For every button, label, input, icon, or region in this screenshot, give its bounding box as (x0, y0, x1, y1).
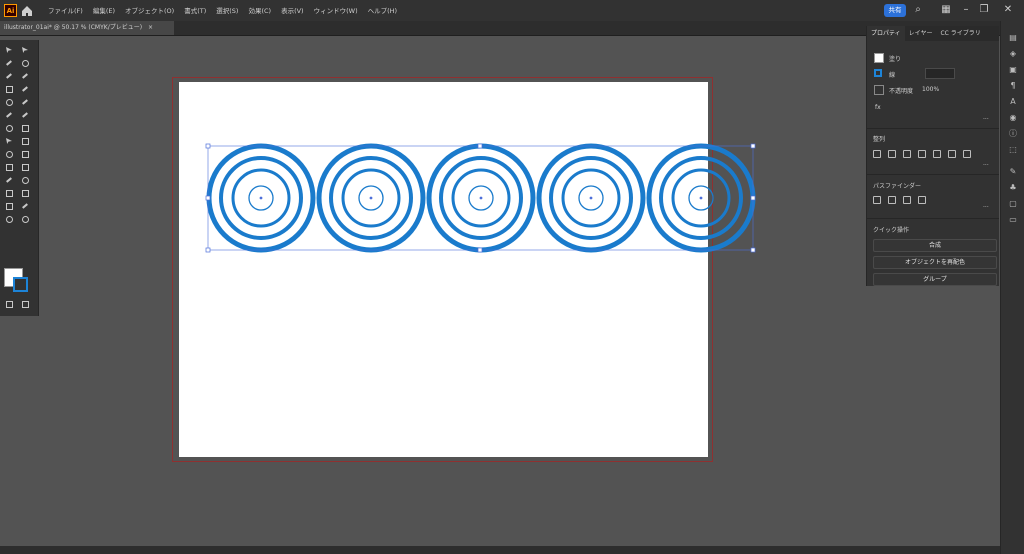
opacity-label: 不透明度 (889, 88, 914, 95)
center-point (589, 196, 593, 200)
symbols-icon[interactable]: ♣ (1008, 183, 1018, 193)
pathfinder-section-title: パスファインダー (873, 183, 922, 190)
compound-button[interactable]: 合成 (873, 239, 997, 252)
align-option-icon[interactable] (933, 150, 941, 158)
selection-handle[interactable] (477, 247, 483, 253)
selection-handle[interactable] (205, 195, 211, 201)
properties-icon[interactable]: ▤ (1008, 33, 1018, 43)
export-icon[interactable]: ▭ (1008, 215, 1018, 225)
center-point (479, 196, 483, 200)
layers-icon[interactable]: ◈ (1008, 49, 1018, 59)
divider (867, 128, 999, 129)
transform-icon[interactable]: ⬚ (1008, 145, 1018, 155)
align-option-icon[interactable] (888, 150, 896, 158)
align-option-icon[interactable] (948, 150, 956, 158)
fill-label: 塗り (889, 56, 902, 63)
panel-tab[interactable]: レイヤー (905, 26, 937, 41)
align-buttons (873, 150, 995, 160)
stroke-swatch[interactable] (874, 69, 882, 77)
info-icon[interactable]: ⓘ (1008, 129, 1018, 139)
pathfinder-option-icon[interactable] (903, 196, 911, 204)
divider (867, 218, 999, 219)
concentric-circle[interactable] (646, 143, 756, 253)
panel-tab[interactable]: プロパティ (867, 26, 905, 41)
properties-panel: プロパティ レイヤー CC ライブラリ 塗り 線 不透明度 100% fx ··· … (866, 26, 999, 286)
concentric-circle[interactable] (426, 143, 536, 253)
fill-swatch[interactable] (874, 53, 884, 63)
more-options-icon[interactable]: ··· (983, 162, 989, 169)
selection-handle[interactable] (750, 247, 756, 253)
swatches-icon[interactable]: ◉ (1008, 113, 1018, 123)
opacity-value[interactable]: 100% (922, 86, 939, 93)
status-bar (0, 546, 1000, 554)
more-options-icon[interactable]: ··· (983, 116, 989, 123)
fx-icon[interactable]: fx (875, 104, 881, 111)
align-section-title: 整列 (873, 136, 886, 143)
pathfinder-option-icon[interactable] (918, 196, 926, 204)
align-option-icon[interactable] (903, 150, 911, 158)
pathfinder-buttons (873, 196, 943, 206)
recolor-artwork-button[interactable]: オブジェクトを再配色 (873, 256, 997, 269)
concentric-circle[interactable] (316, 143, 426, 253)
align-option-icon[interactable] (873, 150, 881, 158)
artboards-icon[interactable]: ▢ (1008, 199, 1018, 209)
selection-handle[interactable] (205, 143, 211, 149)
paragraph-icon[interactable]: ¶ (1008, 81, 1018, 91)
group-button[interactable]: グループ (873, 273, 997, 286)
panel-tabs: プロパティ レイヤー CC ライブラリ (867, 26, 999, 41)
quick-actions-title: クイック操作 (873, 227, 910, 234)
center-point (699, 196, 703, 200)
character-icon[interactable]: A (1008, 97, 1018, 107)
concentric-circle[interactable] (536, 143, 646, 253)
center-point (369, 196, 373, 200)
selection-handle[interactable] (477, 143, 483, 149)
pathfinder-option-icon[interactable] (873, 196, 881, 204)
stroke-label: 線 (889, 72, 896, 79)
more-options-icon[interactable]: ··· (983, 204, 989, 211)
panel-tab[interactable]: CC ライブラリ (936, 26, 984, 41)
panel-icon-strip: ▤ ◈ ▣ ¶ A ◉ ⓘ ⬚ ✎ ♣ ▢ ▭ (1000, 21, 1024, 554)
selection-handle[interactable] (205, 247, 211, 253)
selection-handle[interactable] (750, 143, 756, 149)
concentric-circle[interactable] (206, 143, 316, 253)
opacity-icon (874, 85, 884, 95)
align-option-icon[interactable] (963, 150, 971, 158)
concentric-circles-group[interactable] (206, 143, 756, 253)
stroke-weight-field[interactable] (925, 68, 955, 79)
center-point (259, 196, 263, 200)
align-option-icon[interactable] (918, 150, 926, 158)
brushes-icon[interactable]: ✎ (1008, 167, 1018, 177)
divider (867, 174, 999, 175)
pathfinder-option-icon[interactable] (888, 196, 896, 204)
libraries-icon[interactable]: ▣ (1008, 65, 1018, 75)
selection-handle[interactable] (750, 195, 756, 201)
